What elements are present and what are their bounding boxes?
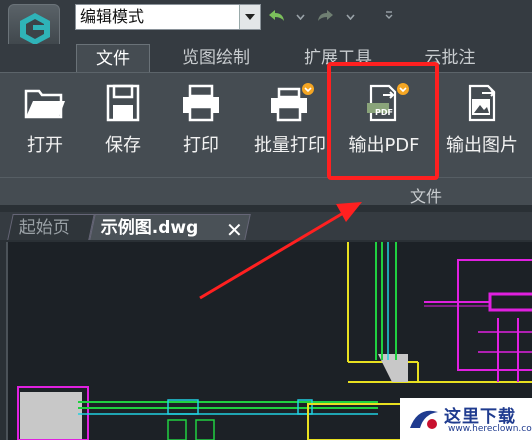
watermark-logo-icon [410, 410, 438, 429]
watermark-url: www.hereclown.com [448, 424, 532, 434]
red-arrow-annotation [199, 202, 362, 300]
watermark: 这里下载 www.hereclown.com [400, 398, 532, 440]
